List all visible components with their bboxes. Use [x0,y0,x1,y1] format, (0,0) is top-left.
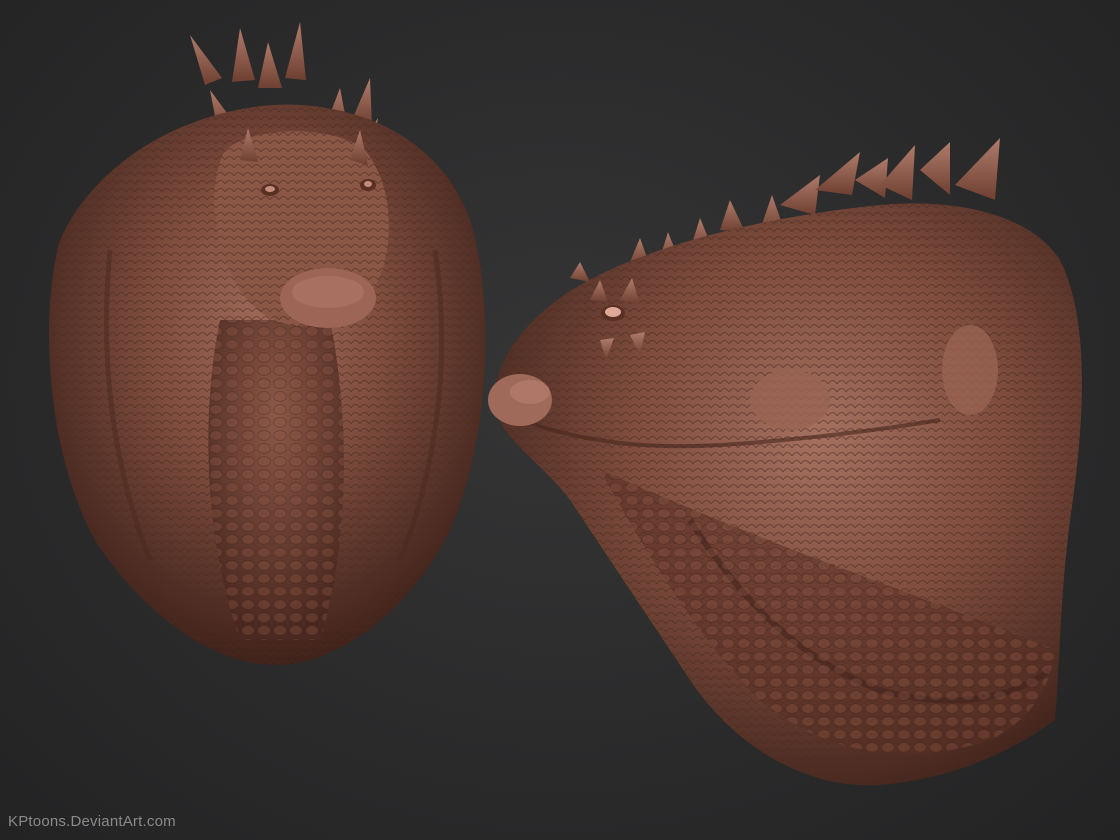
dragon-head-front-view [49,22,486,666]
sculpt-render [49,22,1082,786]
dragon-head-side-view [488,138,1082,786]
render-canvas: KPtoons.DeviantArt.com [0,0,1120,840]
watermark-text: KPtoons.DeviantArt.com [8,813,176,830]
